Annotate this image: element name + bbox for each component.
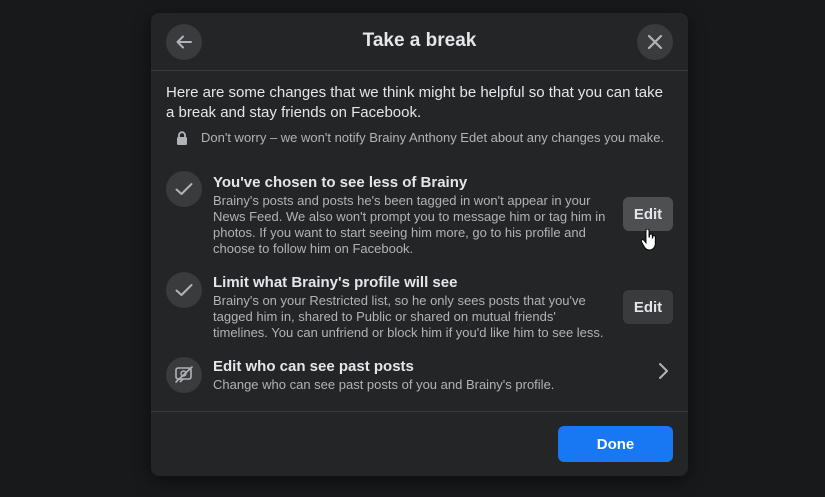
privacy-notice: Don't worry – we won't notify Brainy Ant… <box>176 130 676 146</box>
done-button[interactable]: Done <box>558 426 673 462</box>
option-title-past-posts[interactable]: Edit who can see past posts <box>213 357 414 376</box>
dialog-title: Take a break <box>362 30 477 51</box>
option-icon-limit-profile <box>166 272 202 308</box>
lock-icon <box>176 131 188 145</box>
option-icon-past-posts <box>166 357 202 393</box>
edit-see-less-button[interactable]: Edit <box>623 197 673 231</box>
option-title-see-less: You've chosen to see less of Brainy <box>213 174 468 191</box>
edit-limit-profile-button[interactable]: Edit <box>623 290 673 324</box>
option-title-limit-profile: Limit what Brainy's profile will see <box>213 274 458 291</box>
option-desc-past-posts: Change who can see past posts of you and… <box>213 377 555 392</box>
option-desc-see-less: Brainy's posts and posts he's been tagge… <box>213 193 606 256</box>
option-icon-see-less <box>166 171 202 207</box>
privacy-notice-text: Don't worry – we won't notify Brainy Ant… <box>201 130 665 145</box>
close-button[interactable] <box>637 24 673 60</box>
hidden-posts-icon <box>175 366 193 383</box>
take-a-break-dialog: Take a break Here are some changes that … <box>151 13 688 476</box>
close-icon <box>647 34 663 50</box>
option-desc-limit-profile: Brainy's on your Restricted list, so he … <box>213 293 604 340</box>
hand-cursor-icon <box>641 229 656 251</box>
check-icon <box>175 183 193 195</box>
footer-divider <box>151 411 688 412</box>
check-icon <box>175 284 193 296</box>
dialog-header: Take a break <box>151 13 688 70</box>
chevron-right-icon[interactable] <box>656 361 670 381</box>
intro-text: Here are some changes that we think migh… <box>166 84 663 121</box>
header-divider <box>151 70 688 71</box>
